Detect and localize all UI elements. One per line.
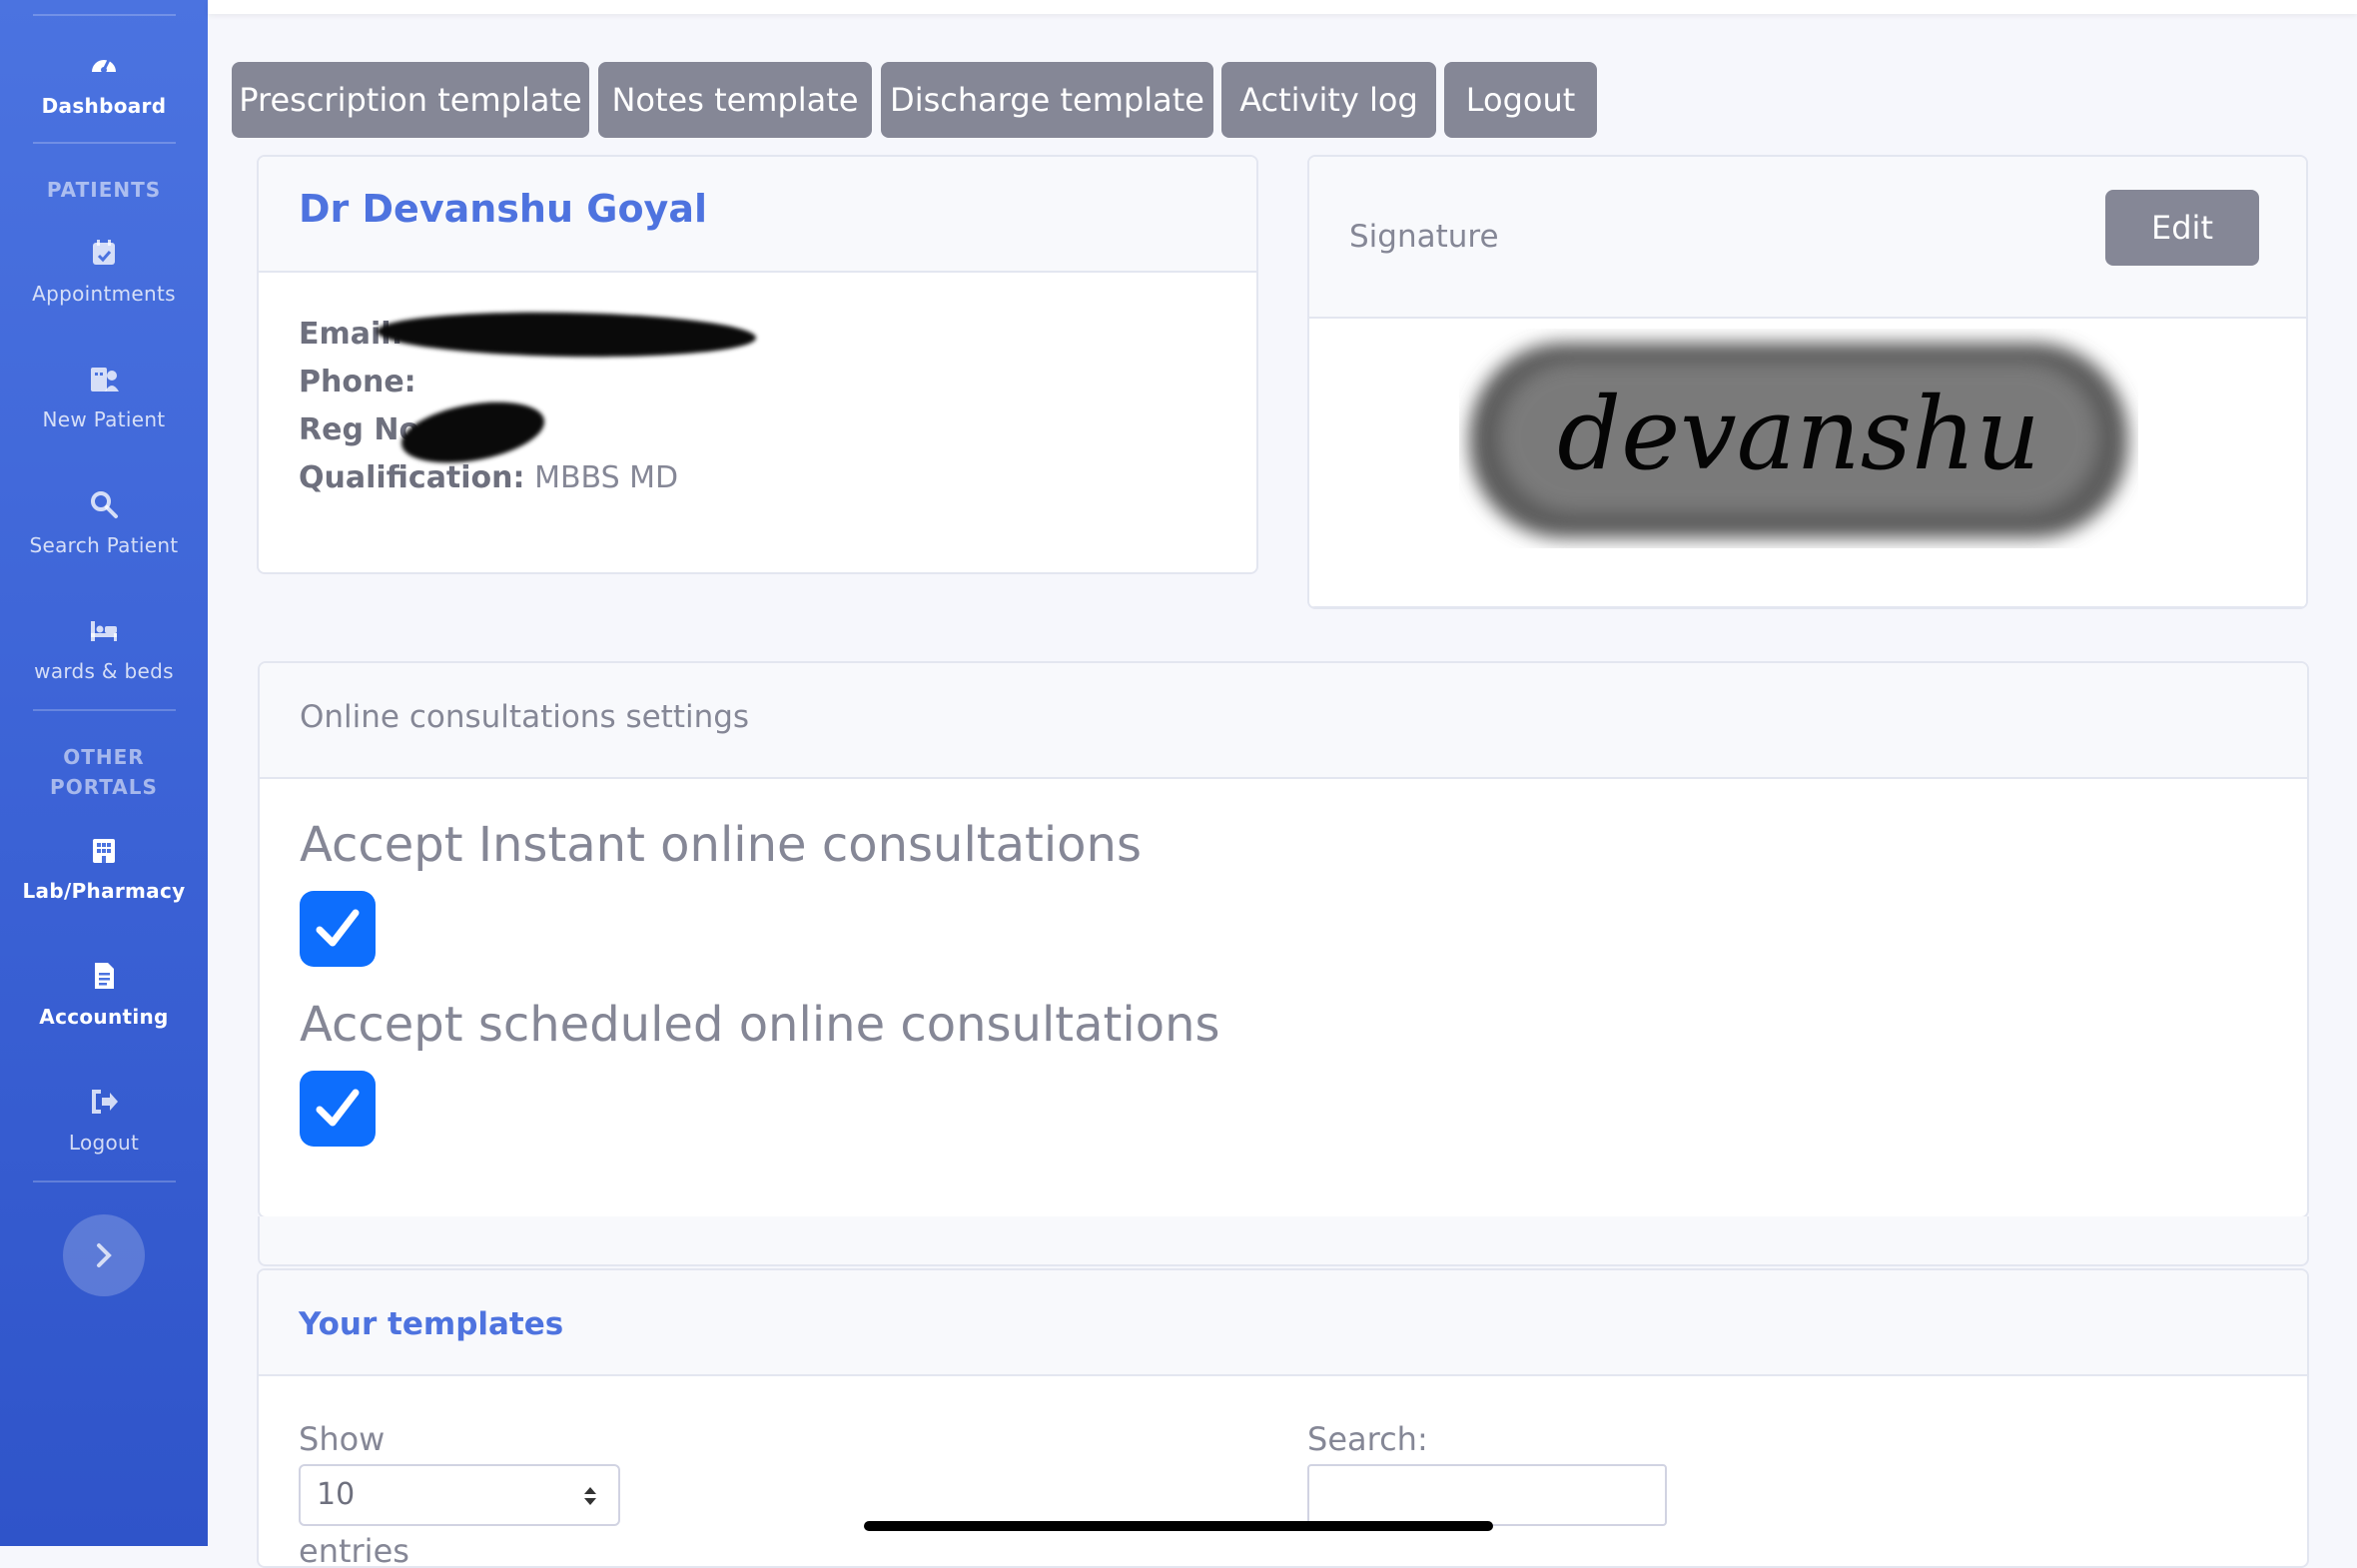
sidebar-item-label: wards & beds bbox=[34, 659, 174, 683]
sidebar-item-label: Dashboard bbox=[41, 94, 167, 118]
phone-label: Phone: bbox=[299, 365, 416, 399]
sidebar-item-search-patient[interactable]: Search Patient bbox=[0, 489, 208, 557]
topbar bbox=[208, 0, 2357, 14]
consultation-card-header: Online consultations settings bbox=[260, 663, 2307, 779]
entries-label: entries bbox=[299, 1532, 409, 1568]
profile-card-header: Dr Devanshu Goyal bbox=[259, 157, 1256, 273]
sidebar-item-wards-beds[interactable]: wards & beds bbox=[0, 615, 208, 683]
heading-line: OTHER bbox=[63, 745, 145, 769]
signature-card: Signature Edit devanshu bbox=[1307, 155, 2308, 609]
redaction-mark bbox=[376, 309, 757, 361]
sign-out-icon bbox=[89, 1087, 119, 1117]
sidebar-item-logout[interactable]: Logout bbox=[0, 1087, 208, 1155]
building-icon bbox=[89, 835, 119, 865]
sidebar-item-label: Appointments bbox=[32, 282, 176, 306]
sidebar-item-label: Logout bbox=[68, 1131, 140, 1155]
gauge-icon bbox=[89, 50, 119, 80]
entries-select[interactable]: 10 bbox=[299, 1464, 620, 1526]
sidebar-divider bbox=[33, 142, 176, 144]
templates-title: Your templates bbox=[299, 1306, 564, 1342]
consultation-settings-title: Online consultations settings bbox=[300, 699, 750, 735]
sidebar-item-lab-pharmacy[interactable]: Lab/Pharmacy bbox=[0, 835, 208, 903]
checkmark-icon bbox=[316, 1089, 360, 1127]
templates-card-header: Your templates bbox=[259, 1270, 2307, 1376]
consultation-card-footer bbox=[258, 1216, 2309, 1266]
bed-icon bbox=[89, 615, 119, 645]
home-indicator bbox=[864, 1521, 1493, 1531]
entries-select-value: 10 bbox=[317, 1477, 356, 1512]
consultation-settings-card: Online consultations settings Accept Ins… bbox=[258, 661, 2309, 1218]
signature-title: Signature bbox=[1349, 219, 1499, 255]
qualification-value: MBBS MD bbox=[534, 460, 679, 495]
checkmark-icon bbox=[316, 909, 360, 947]
sidebar-item-label: Lab/Pharmacy bbox=[22, 879, 186, 903]
sidebar-divider bbox=[33, 14, 176, 16]
search-label: Search: bbox=[1307, 1420, 1428, 1458]
instant-consultation-checkbox[interactable] bbox=[300, 891, 376, 967]
doctor-name: Dr Devanshu Goyal bbox=[299, 187, 707, 231]
sidebar-heading-other-portals: OTHER PORTALS bbox=[0, 742, 208, 802]
sidebar-item-label: Search Patient bbox=[29, 533, 179, 557]
sidebar-divider bbox=[33, 1180, 176, 1182]
discharge-template-button[interactable]: Discharge template bbox=[881, 62, 1213, 138]
prescription-template-button[interactable]: Prescription template bbox=[232, 62, 589, 138]
scheduled-consultation-checkbox[interactable] bbox=[300, 1071, 376, 1147]
instant-consultation-label: Accept Instant online consultations bbox=[300, 817, 1142, 873]
signature-image-area: devanshu bbox=[1309, 319, 2306, 607]
sidebar-item-accounting[interactable]: Accounting bbox=[0, 961, 208, 1029]
sidebar-item-label: New Patient bbox=[42, 407, 166, 431]
select-arrows-icon bbox=[584, 1487, 596, 1505]
sidebar-heading-patients: PATIENTS bbox=[46, 178, 162, 202]
sidebar-toggle-button[interactable] bbox=[63, 1214, 145, 1296]
sidebar: Dashboard PATIENTS Appointments New Pati… bbox=[0, 0, 208, 1546]
notes-template-button[interactable]: Notes template bbox=[598, 62, 872, 138]
signature-image: devanshu bbox=[1469, 343, 2128, 538]
doctor-profile-card: Dr Devanshu Goyal Email: Phone: Reg No: … bbox=[257, 155, 1258, 574]
sidebar-divider bbox=[33, 709, 176, 711]
sidebar-item-new-patient[interactable]: New Patient bbox=[0, 364, 208, 431]
scheduled-consultation-label: Accept scheduled online consultations bbox=[300, 997, 1220, 1053]
signature-card-header: Signature Edit bbox=[1309, 157, 2306, 319]
hospital-user-icon bbox=[89, 364, 119, 393]
qualification-label: Qualification: bbox=[299, 460, 525, 495]
file-invoice-icon bbox=[89, 961, 119, 991]
templates-search-input[interactable] bbox=[1307, 1464, 1667, 1526]
signature-text: devanshu bbox=[1557, 376, 2040, 492]
sidebar-item-dashboard[interactable]: Dashboard bbox=[0, 50, 208, 118]
calendar-check-icon bbox=[89, 238, 119, 268]
show-label: Show bbox=[299, 1420, 386, 1458]
logout-button[interactable]: Logout bbox=[1444, 62, 1597, 138]
sidebar-item-appointments[interactable]: Appointments bbox=[0, 238, 208, 306]
edit-signature-button[interactable]: Edit bbox=[2105, 190, 2259, 266]
sidebar-item-label: Accounting bbox=[39, 1005, 169, 1029]
search-icon bbox=[89, 489, 119, 519]
chevron-right-icon bbox=[97, 1243, 112, 1267]
qualification-row: Qualification: MBBS MD bbox=[299, 460, 678, 495]
phone-row: Phone: bbox=[299, 365, 416, 399]
heading-line: PORTALS bbox=[50, 775, 158, 799]
activity-log-button[interactable]: Activity log bbox=[1221, 62, 1436, 138]
